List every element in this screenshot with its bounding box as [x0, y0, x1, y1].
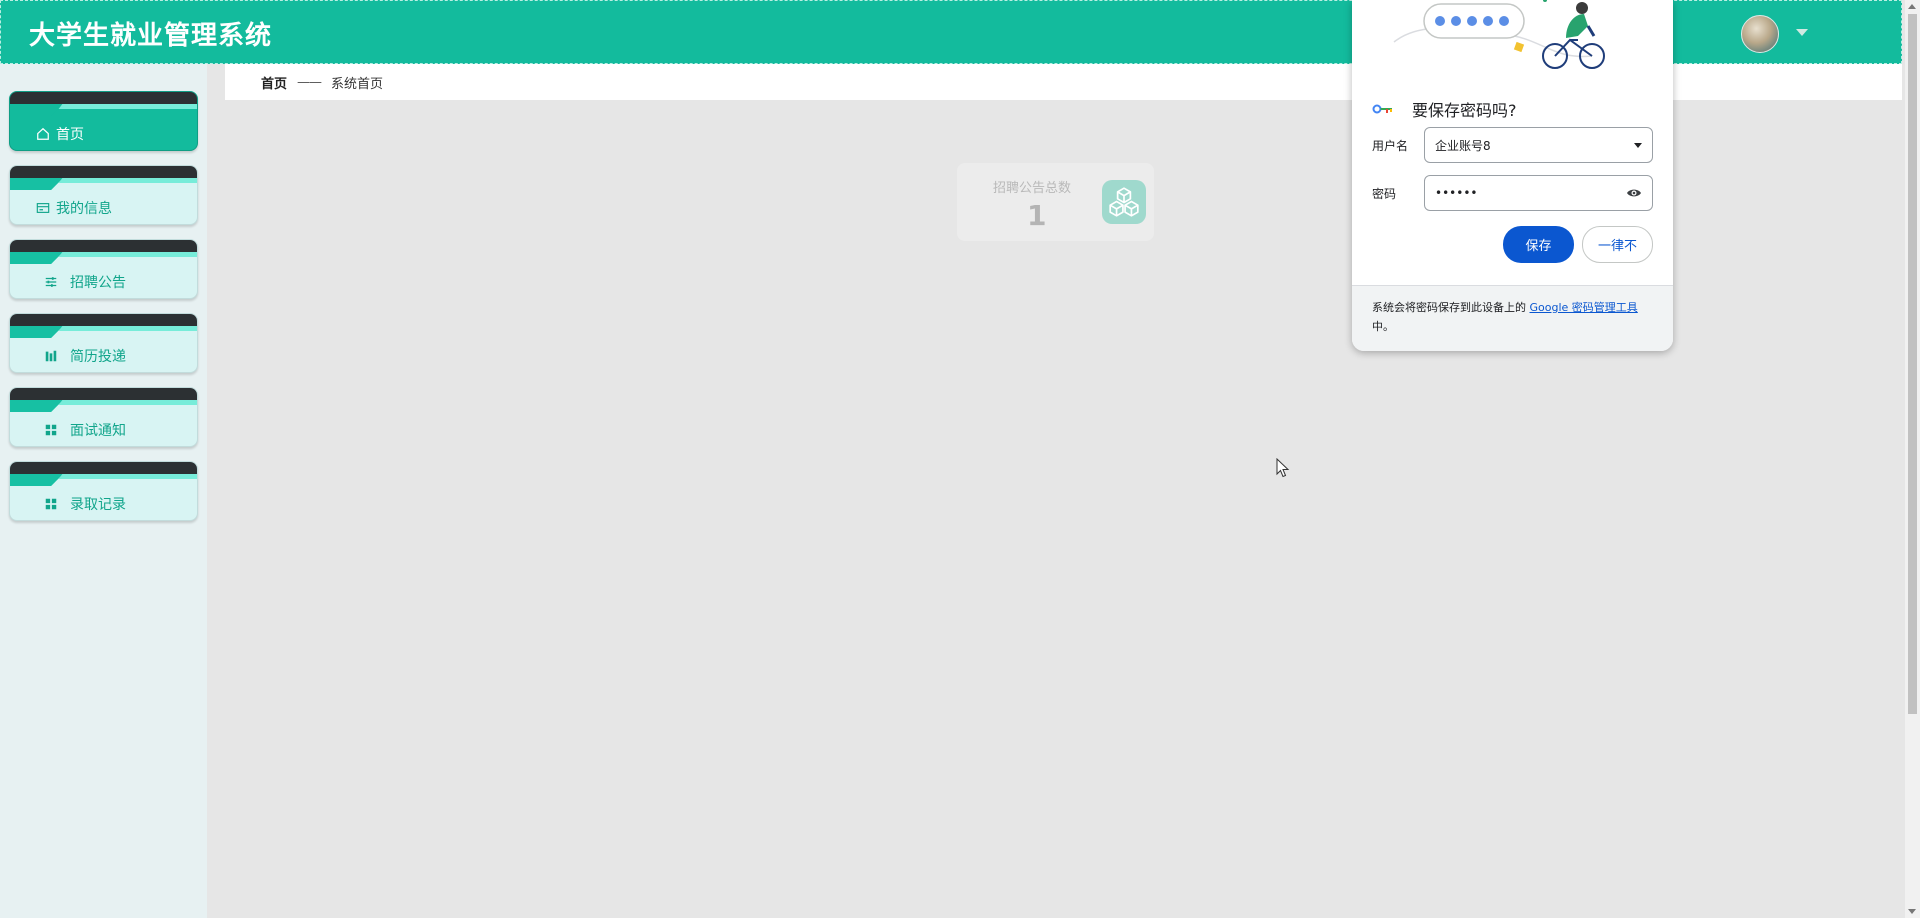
footer-text: 系统会将密码保存到此设备上的 [1372, 301, 1530, 314]
grid-icon [44, 497, 58, 511]
sidebar-item-label: 招聘公告 [70, 275, 126, 291]
password-value: •••••• [1435, 186, 1478, 200]
home-icon [36, 127, 50, 141]
password-label: 密码 [1372, 186, 1397, 201]
sidebar-item-label: 简历投递 [70, 349, 126, 365]
dialog-title: 要保存密码吗? [1412, 101, 1517, 120]
app-root: 大学生就业管理系统 首页 我的信息 招聘公告 简历投递 面试通知 录取记录 首页… [0, 0, 1920, 918]
sidebar-item-label: 面试通知 [70, 423, 126, 439]
caret-down-icon [1634, 142, 1642, 148]
app-title: 大学生就业管理系统 [29, 21, 273, 51]
breadcrumb-separator: —— [297, 74, 322, 90]
dialog-footer: 系统会将密码保存到此设备上的 Google 密码管理工具中。 [1352, 285, 1673, 351]
eye-icon[interactable] [1626, 187, 1642, 199]
sidebar-item-home[interactable]: 首页 [9, 91, 198, 151]
save-password-dialog: 要保存密码吗? 用户名 企业账号8 密码 •••••• 保存 一律不 系统会将密… [1352, 0, 1673, 351]
footer-suffix: 中。 [1372, 320, 1394, 333]
sliders-icon [44, 275, 58, 289]
stat-label: 招聘公告总数 [993, 181, 1072, 196]
never-button[interactable]: 一律不 [1582, 226, 1653, 263]
user-avatar[interactable] [1741, 15, 1779, 53]
grid-icon [44, 423, 58, 437]
sidebar: 首页 我的信息 招聘公告 简历投递 面试通知 录取记录 [0, 64, 207, 918]
breadcrumb-home[interactable]: 首页 [261, 73, 287, 92]
username-select[interactable]: 企业账号8 [1424, 127, 1653, 163]
sidebar-item-interview-notices[interactable]: 面试通知 [9, 387, 198, 447]
scroll-thumb[interactable] [1908, 14, 1917, 714]
card-icon [36, 201, 50, 215]
mouse-cursor-icon [1276, 458, 1290, 478]
cubes-icon [1102, 180, 1146, 224]
password-illustration [1393, 0, 1605, 69]
sidebar-item-job-postings[interactable]: 招聘公告 [9, 239, 198, 299]
sidebar-item-label: 我的信息 [56, 201, 112, 217]
password-manager-link[interactable]: Google 密码管理工具 [1530, 301, 1638, 314]
page-scrollbar[interactable] [1905, 0, 1920, 918]
sidebar-item-admission-records[interactable]: 录取记录 [9, 461, 198, 521]
username-label: 用户名 [1372, 138, 1409, 153]
password-field[interactable]: •••••• [1424, 175, 1653, 211]
username-value: 企业账号8 [1435, 138, 1491, 153]
caret-down-icon[interactable] [1796, 29, 1808, 36]
scroll-up-icon[interactable] [1908, 4, 1916, 9]
bar-chart-icon [44, 349, 58, 363]
sidebar-item-label: 首页 [56, 127, 84, 143]
sidebar-item-my-info[interactable]: 我的信息 [9, 165, 198, 225]
stat-value: 1 [1027, 199, 1047, 232]
sidebar-item-resume-submission[interactable]: 简历投递 [9, 313, 198, 373]
sidebar-item-label: 录取记录 [70, 497, 126, 513]
key-icon [1372, 104, 1392, 114]
save-button[interactable]: 保存 [1503, 226, 1574, 263]
stat-card-job-postings: 招聘公告总数 1 [957, 163, 1154, 241]
breadcrumb-current: 系统首页 [331, 76, 384, 92]
scroll-down-icon[interactable] [1908, 909, 1916, 914]
